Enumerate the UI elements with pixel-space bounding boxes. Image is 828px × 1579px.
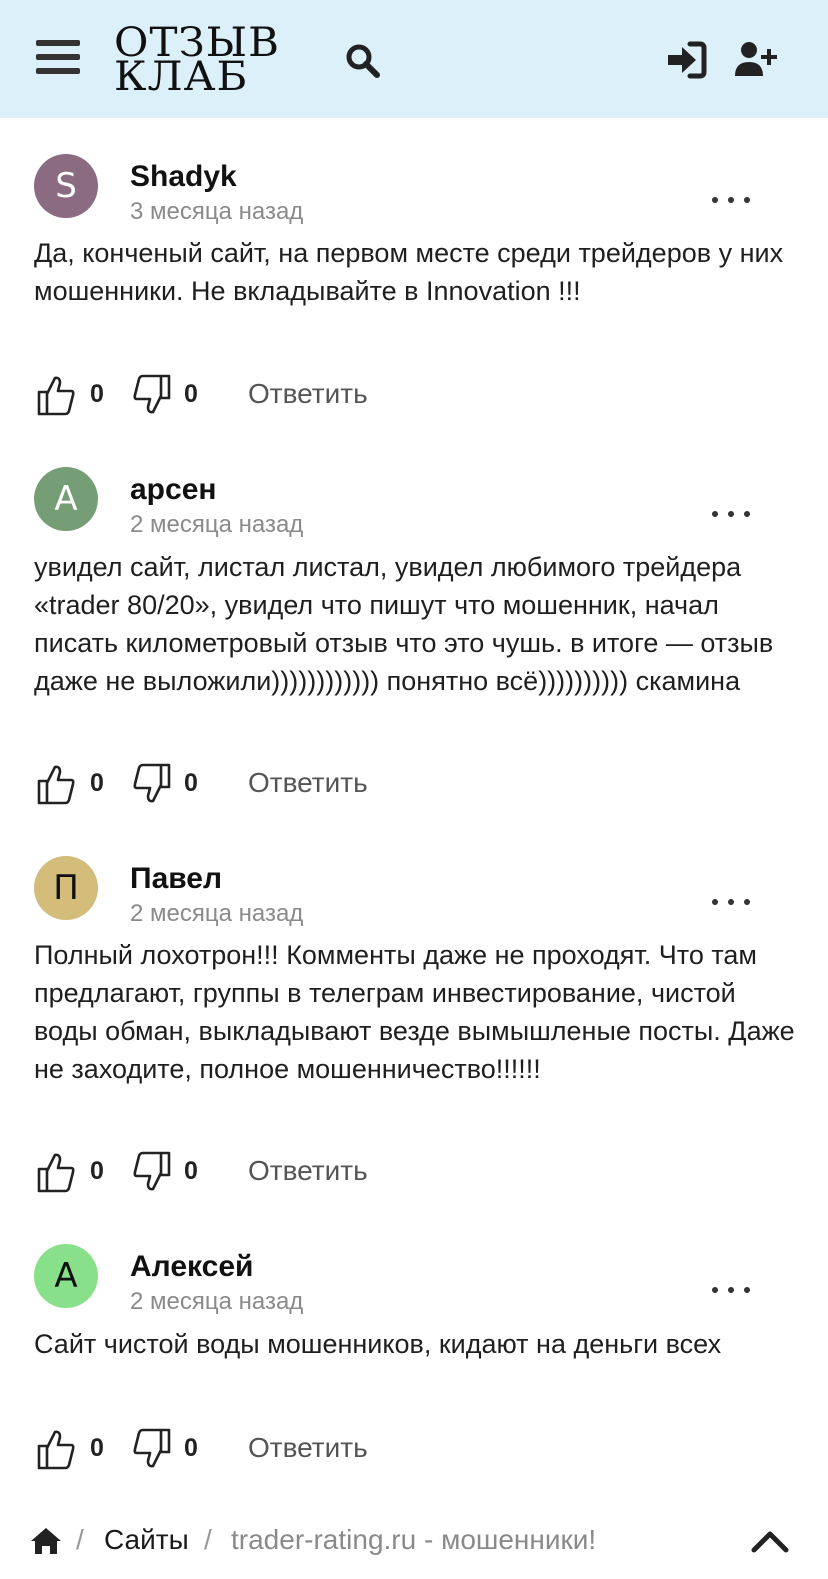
avatar-initial: П [53, 868, 79, 908]
comment-actions: 0 0 Ответить [34, 1428, 454, 1472]
like-count: 0 [90, 1157, 104, 1185]
more-options-icon[interactable] [712, 190, 750, 210]
thumbs-down-icon[interactable] [132, 763, 172, 805]
reply-button[interactable]: Ответить [248, 1155, 368, 1187]
reply-button[interactable]: Ответить [248, 1432, 368, 1464]
menu-icon[interactable] [36, 40, 80, 80]
avatar[interactable]: А [34, 1244, 98, 1308]
comment-time: 2 месяца назад [130, 900, 304, 927]
user-plus-icon[interactable] [734, 40, 778, 80]
site-header: ОТЗЫВ КЛАБ [0, 0, 828, 118]
comment-time: 2 месяца назад [130, 511, 304, 538]
chevron-up-icon[interactable] [750, 1526, 790, 1556]
thumbs-down-icon[interactable] [132, 1151, 172, 1193]
logo-line-2: КЛАБ [114, 54, 249, 100]
comment-actions: 0 0 Ответить [34, 1151, 454, 1195]
avatar[interactable]: П [34, 856, 98, 920]
comment-text: Да, конченый сайт, на первом месте среди… [34, 238, 784, 306]
more-options-icon[interactable] [712, 892, 750, 912]
comment-author[interactable]: Shadyk [130, 160, 237, 194]
like-count: 0 [90, 380, 104, 408]
more-options-icon[interactable] [712, 504, 750, 524]
comment-author[interactable]: арсен [130, 473, 217, 507]
thumbs-up-icon[interactable] [36, 374, 76, 416]
more-options-icon[interactable] [712, 1280, 750, 1300]
search-icon[interactable] [344, 42, 382, 80]
breadcrumb: / Сайты / trader-rating.ru - мошенники! [0, 1516, 828, 1568]
home-icon[interactable] [30, 1526, 62, 1556]
comment-author[interactable]: Павел [130, 862, 222, 896]
breadcrumb-separator: / [76, 1524, 84, 1555]
comment-time: 3 месяца назад [130, 198, 304, 225]
comment-actions: 0 0 Ответить [34, 763, 454, 807]
reply-button[interactable]: Ответить [248, 767, 368, 799]
dislike-count: 0 [184, 769, 198, 797]
dislike-count: 0 [184, 1157, 198, 1185]
comment-actions: 0 0 Ответить [34, 374, 454, 418]
avatar-initial: А [54, 1256, 78, 1296]
thumbs-down-icon[interactable] [132, 374, 172, 416]
thumbs-up-icon[interactable] [36, 1151, 76, 1193]
comment-text: увидел сайт, листал листал, увидел любим… [34, 552, 774, 696]
dislike-count: 0 [184, 380, 198, 408]
thumbs-down-icon[interactable] [132, 1428, 172, 1470]
thumbs-up-icon[interactable] [36, 1428, 76, 1470]
thumbs-up-icon[interactable] [36, 763, 76, 805]
comment-author[interactable]: Алексей [130, 1250, 253, 1284]
site-logo[interactable]: ОТЗЫВ КЛАБ [114, 23, 279, 97]
like-count: 0 [90, 1434, 104, 1462]
dislike-count: 0 [184, 1434, 198, 1462]
comment-text: Полный лохотрон!!! Комменты даже не прох… [34, 940, 795, 1084]
comment-text: Сайт чистой воды мошенников, кидают на д… [34, 1329, 722, 1359]
reply-button[interactable]: Ответить [248, 378, 368, 410]
avatar-initial: S [55, 166, 77, 206]
avatar[interactable]: S [34, 154, 98, 218]
comment-time: 2 месяца назад [130, 1288, 304, 1315]
like-count: 0 [90, 769, 104, 797]
breadcrumb-separator: / [204, 1524, 212, 1555]
avatar-initial: А [54, 479, 78, 519]
avatar[interactable]: А [34, 467, 98, 531]
breadcrumb-current: trader-rating.ru - мошенники! [231, 1524, 597, 1555]
login-icon[interactable] [664, 40, 708, 80]
breadcrumb-link-sites[interactable]: Сайты [104, 1524, 189, 1556]
